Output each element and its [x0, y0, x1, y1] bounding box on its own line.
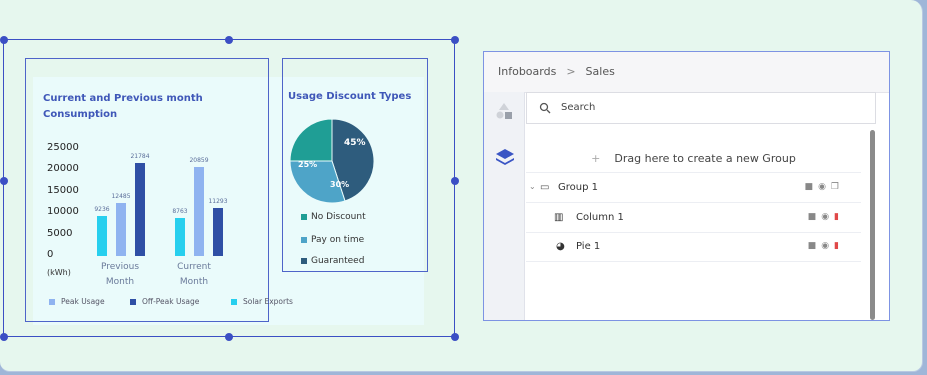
tree-label-column: Column 1: [576, 212, 624, 223]
eye-icon[interactable]: ◉: [818, 182, 826, 192]
bar-value-label: 11293: [208, 197, 228, 205]
breadcrumb-current: Sales: [585, 65, 615, 78]
breadcrumb-root[interactable]: Infoboards: [498, 65, 556, 78]
eye-icon[interactable]: ◉: [821, 212, 829, 222]
panel-side-rail: [484, 92, 525, 320]
infoboard-structure-panel: Infoboards > Sales Search + Drag here to …: [483, 51, 890, 321]
column-chart-icon: ▥: [554, 212, 564, 223]
legend-item-offpeak: Off-Peak Usage: [130, 297, 199, 306]
y-axis-unit: (kWh): [47, 268, 71, 277]
legend-label: Solar Exports: [243, 297, 293, 306]
resize-handle-se[interactable]: [451, 333, 459, 341]
pie-chart: 45% 25% 30%: [289, 118, 375, 204]
y-tick-label: 15000: [47, 184, 79, 196]
row-actions: ■ ◉ ▮: [808, 241, 839, 251]
legend-swatch: [301, 237, 307, 243]
search-placeholder: Search: [561, 102, 596, 113]
plus-icon: +: [591, 152, 601, 165]
panel-header: Infoboards > Sales: [484, 52, 889, 93]
x-label-previous-month: Previous Month: [100, 262, 140, 287]
eye-icon[interactable]: ◉: [821, 241, 829, 251]
pie-label-no-discount: 25%: [298, 160, 317, 169]
legend-swatch: [301, 214, 307, 220]
legend-item-peak: Peak Usage: [49, 297, 105, 306]
resize-handle-nw[interactable]: [0, 36, 8, 44]
bar-value-label: 12485: [111, 192, 131, 200]
bar: [97, 216, 107, 256]
dropzone-label: Drag here to create a new Group: [614, 152, 796, 165]
pie-legend-guaranteed: Guaranteed: [301, 256, 364, 266]
x-label-current-month: Current Month: [177, 262, 211, 287]
tree-row-group[interactable]: ⌄ ▭ Group 1 ■ ◉ ❐: [526, 174, 861, 203]
legend-item-solar: Solar Exports: [231, 297, 293, 306]
bar: [194, 166, 204, 256]
resize-handle-w[interactable]: [0, 177, 8, 185]
search-icon: [539, 102, 551, 114]
legend-swatch: [231, 298, 237, 305]
shapes-icon[interactable]: [495, 102, 513, 120]
row-actions: ■ ◉ ❐: [805, 182, 839, 192]
bar-value-label: 20859: [189, 156, 209, 164]
y-tick-label: 10000: [47, 206, 79, 218]
resize-handle-n[interactable]: [225, 36, 233, 44]
bar: [175, 218, 185, 256]
layers-icon[interactable]: [495, 147, 515, 167]
lock-icon[interactable]: ■: [805, 182, 814, 192]
legend-swatch: [130, 298, 136, 305]
bar-value-label: 21784: [130, 152, 150, 160]
resize-handle-ne[interactable]: [451, 36, 459, 44]
folder-icon: ▭: [540, 182, 550, 193]
bar: [116, 202, 126, 256]
pie-label-pay-on-time: 30%: [330, 180, 349, 189]
pie-chart-title: Usage Discount Types: [288, 91, 412, 102]
pie-legend-pay-on-time: Pay on time: [301, 235, 364, 245]
lock-icon[interactable]: ■: [808, 212, 817, 222]
pie-legend-no-discount: No Discount: [301, 212, 366, 222]
breadcrumb: Infoboards > Sales: [498, 65, 615, 78]
bar: [135, 162, 145, 256]
tree-row-column[interactable]: ▥ Column 1 ■ ◉ ▮: [526, 204, 861, 233]
bar-value-label: 9236: [94, 206, 110, 214]
y-tick-label: 0: [47, 249, 54, 260]
tree-label-pie: Pie 1: [576, 241, 601, 252]
resize-handle-sw[interactable]: [0, 333, 8, 341]
pie-slice: [289, 118, 333, 162]
lock-icon[interactable]: ■: [808, 241, 817, 251]
tree-label-group: Group 1: [558, 182, 598, 193]
scrollbar[interactable]: [870, 130, 875, 320]
new-group-dropzone[interactable]: + Drag here to create a new Group: [526, 146, 861, 173]
resize-handle-s[interactable]: [225, 333, 233, 341]
bar-value-label: 8763: [172, 208, 188, 216]
y-tick-label: 5000: [47, 227, 73, 239]
resize-handle-e[interactable]: [451, 177, 459, 185]
legend-label: Off-Peak Usage: [142, 297, 200, 306]
legend-swatch: [49, 298, 55, 305]
chevron-down-icon[interactable]: ⌄: [529, 182, 536, 191]
pie-label-guaranteed: 45%: [344, 138, 366, 148]
legend-label: Guaranteed: [311, 256, 365, 266]
y-tick-label: 20000: [47, 163, 79, 175]
trash-icon[interactable]: ▮: [834, 241, 839, 251]
breadcrumb-separator: >: [566, 65, 576, 78]
copy-icon[interactable]: ❐: [831, 182, 839, 192]
y-tick-label: 25000: [47, 142, 79, 153]
search-input[interactable]: Search: [526, 92, 876, 124]
pie-chart-icon: ◕: [556, 241, 565, 252]
bar-chart-title: Current and Previous month Consumption: [43, 93, 203, 120]
bar: [213, 207, 223, 256]
row-actions: ■ ◉ ▮: [808, 212, 839, 222]
legend-label: Peak Usage: [61, 297, 105, 306]
legend-label: No Discount: [311, 212, 366, 222]
trash-icon[interactable]: ▮: [834, 212, 839, 222]
tree-row-pie[interactable]: ◕ Pie 1 ■ ◉ ▮: [526, 233, 861, 262]
legend-label: Pay on time: [311, 235, 365, 245]
legend-swatch: [301, 258, 307, 264]
